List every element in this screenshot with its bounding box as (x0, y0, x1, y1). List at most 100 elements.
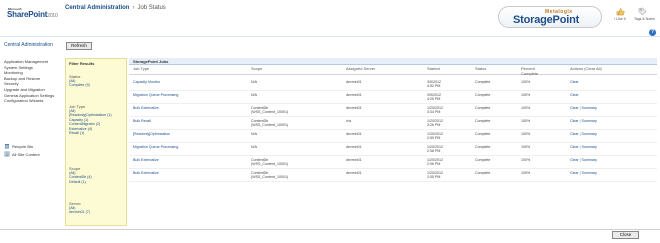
col-percent-complete: Percent Complete (521, 66, 539, 76)
server-cell: devmin01 (346, 145, 362, 149)
page-title: Job Status (137, 5, 166, 11)
summary-link[interactable]: Summary (582, 106, 597, 110)
table-row: [Readonly]Optimization N/A devmin01 1/20… (129, 130, 657, 143)
clear-link[interactable]: Clear (570, 80, 579, 84)
filter-link[interactable]: Default (1) (69, 180, 127, 184)
breadcrumb-site-link[interactable]: Central Administration (65, 5, 129, 11)
summary-link[interactable]: Summary (582, 119, 597, 123)
sharepoint-name: SharePoint2010 (7, 10, 58, 19)
footer-divider (0, 229, 660, 230)
summary-link[interactable]: Summary (582, 132, 597, 136)
col-actions[interactable]: Actions (Clear All) (570, 66, 602, 72)
summary-link[interactable]: Summary (582, 171, 597, 175)
filter-group-job-type: Job Type (All) [Readonly]Optimization (1… (69, 104, 127, 135)
table-row: Capacity Monitor N/A devmin01 3/9/2012 4:… (129, 78, 657, 91)
all-site-content-label: All Site Content (12, 151, 40, 157)
server-cell: devmin01 (346, 171, 362, 175)
status-cell: Complete (475, 158, 491, 162)
percent-cell: 100% (521, 132, 531, 136)
jobs-title: StoragePoint Jobs (129, 58, 657, 65)
scope-cell: N/A (251, 80, 257, 84)
actions-cell: Clear (570, 80, 579, 84)
job-type-link[interactable]: Capacity Monitor (133, 80, 160, 84)
scope-cell: ContentDb (WSS_Content_10001) (251, 158, 289, 167)
close-button[interactable]: Close (612, 231, 639, 239)
col-status: Status (475, 66, 487, 71)
summary-link[interactable]: Summary (582, 158, 597, 162)
scope-cell: N/A (251, 145, 257, 149)
table-row: Migration Queue Processing N/A devmin01 … (129, 143, 657, 156)
summary-link[interactable]: Summary (582, 145, 597, 149)
status-cell: Complete (475, 171, 491, 175)
job-type-link[interactable]: Bulk Recall (133, 119, 151, 123)
left-navigation: Central Administration Application Manag… (0, 38, 62, 243)
started-cell: 1/20/2012 3:34 PM (427, 106, 443, 115)
clear-link[interactable]: Clear (570, 119, 579, 123)
actions-cell: Clear | Summary (570, 158, 597, 162)
tags-notes-button[interactable]: Tags & Notes (634, 7, 655, 21)
recycle-bin-link[interactable]: Recycle Bin (4, 142, 40, 150)
clear-link[interactable]: Clear (570, 93, 579, 97)
server-cell: devmin01 (346, 158, 362, 162)
nav-list: Application Management System Settings M… (4, 59, 62, 104)
percent-cell: 100% (521, 106, 531, 110)
nav-extra-links: Recycle Bin All Site Content (4, 142, 40, 158)
filter-link[interactable]: Complete (9) (69, 83, 127, 87)
i-like-it-label: I Like It (614, 17, 626, 21)
recycle-bin-label: Recycle Bin (12, 143, 34, 149)
top-header: Microsoft SharePoint2010 Central Adminis… (0, 0, 660, 37)
table-row: Bulk Recall ContentDb (WSS_Content_10001)… (129, 117, 657, 130)
filter-group-server: Server (All) devmin01 (7) (69, 201, 127, 215)
server-cell: devmin01 (346, 93, 362, 97)
site-content-icon (4, 151, 10, 157)
clear-link[interactable]: Clear (570, 158, 579, 162)
scope-cell: N/A (251, 132, 257, 136)
started-cell: 1/20/2012 2:08 PM (427, 145, 443, 154)
started-cell: 1/20/2012 3:26 PM (427, 119, 443, 128)
actions-cell: Clear (570, 93, 579, 97)
clear-link[interactable]: Clear (570, 145, 579, 149)
percent-cell: 100% (521, 171, 531, 175)
clear-link[interactable]: Clear (570, 132, 579, 136)
job-type-link[interactable]: [Readonly]Optimization (133, 132, 170, 136)
clear-link[interactable]: Clear (570, 106, 579, 110)
filter-link[interactable]: Recall (1) (69, 131, 127, 135)
job-type-link[interactable]: Migration Queue Processing (133, 145, 178, 149)
table-row: Bulk Externalize ContentDb (WSS_Content_1… (129, 104, 657, 117)
job-type-link[interactable]: Bulk Externalize (133, 106, 159, 110)
col-scope: Scope (251, 66, 263, 71)
filter-link[interactable]: devmin01 (7) (69, 210, 127, 214)
percent-cell: 100% (521, 80, 531, 84)
server-cell: n/a (346, 119, 351, 123)
actions-cell: Clear | Summary (570, 106, 597, 110)
table-row: Bulk Externalize ContentDb (WSS_Content_1… (129, 169, 657, 182)
percent-cell: 100% (521, 158, 531, 162)
table-row: Migration Queue Processing N/A devmin01 … (129, 91, 657, 104)
clear-link[interactable]: Clear (570, 171, 579, 175)
table-row: Bulk Externalize ContentDb (WSS_Content_1… (129, 156, 657, 169)
refresh-button[interactable]: Refresh (66, 42, 92, 50)
started-cell: 1/20/2012 2:05 PM (427, 171, 443, 180)
filter-group-scope: Scope (All) ContentDb (4) Default (1) (69, 166, 127, 184)
server-cell: devmin01 (346, 106, 362, 110)
scope-cell: N/A (251, 93, 257, 97)
job-type-link[interactable]: Bulk Externalize (133, 158, 159, 162)
started-cell: 1/20/2012 2:06 PM (427, 158, 443, 167)
job-type-link[interactable]: Migration Queue Processing (133, 93, 178, 97)
status-cell: Complete (475, 93, 491, 97)
help-icon[interactable]: ? (649, 29, 656, 36)
all-site-content-link[interactable]: All Site Content (4, 150, 40, 158)
sharepoint-logo[interactable]: Microsoft SharePoint2010 (5, 7, 63, 21)
nav-heading-central-admin[interactable]: Central Administration (4, 42, 53, 49)
breadcrumb-separator: › (132, 5, 135, 11)
actions-cell: Clear | Summary (570, 171, 597, 175)
col-started: Started (427, 66, 440, 71)
job-type-link[interactable]: Bulk Externalize (133, 171, 159, 175)
filter-group-status: Status (All) Complete (9) (69, 74, 127, 88)
i-like-it-button[interactable]: I Like It (612, 7, 628, 21)
scope-cell: ContentDb (WSS_Content_10001) (251, 106, 289, 115)
status-cell: Complete (475, 145, 491, 149)
breadcrumb: Central Administration › Job Status (65, 5, 166, 11)
nav-item-configuration-wizards[interactable]: Configuration Wizards (4, 98, 62, 104)
status-cell: Complete (475, 132, 491, 136)
